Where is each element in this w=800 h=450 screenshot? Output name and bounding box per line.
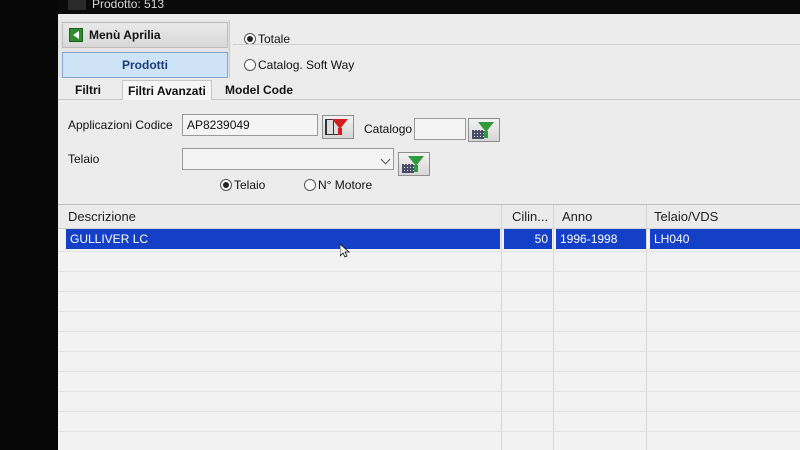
radio-n-motore[interactable]: N° Motore <box>304 178 372 192</box>
funnel-stem <box>338 128 342 135</box>
screen-bezel <box>0 0 58 450</box>
applicazioni-codice-label: Applicazioni Codice <box>68 118 173 132</box>
radio-catalog-softway[interactable]: Catalog. Soft Way <box>244 58 354 72</box>
catalogo-input[interactable] <box>414 118 466 140</box>
table-header: Descrizione Cilin... Anno Telaio/VDS <box>58 205 800 229</box>
radio-telaio-circle[interactable] <box>220 179 232 191</box>
radio-catalog-softway-label: Catalog. Soft Way <box>258 58 355 72</box>
cell-cilindrata[interactable]: 50 <box>504 229 552 249</box>
tab-model-code[interactable]: Model Code <box>220 80 298 100</box>
application-window: Menù Aprilia Prodotti Totale Catalog. So… <box>58 14 800 450</box>
table-gridlines <box>58 251 800 450</box>
cell-telaio-vds[interactable]: LH040 <box>650 229 800 249</box>
window-title: Prodotto: 513 <box>92 0 165 11</box>
radio-n-motore-label: N° Motore <box>318 178 373 192</box>
menu-item-prodotti[interactable]: Prodotti <box>62 52 228 78</box>
tab-filtri-avanzati[interactable]: Filtri Avanzati <box>122 80 212 100</box>
mouse-cursor-icon <box>340 244 350 258</box>
catalogo-label: Catalogo <box>364 122 413 136</box>
applicazioni-filter-button[interactable] <box>322 115 354 139</box>
filter-tabs: Filtri Filtri Avanzati Model Code <box>58 78 800 100</box>
applicazioni-codice-input[interactable]: AP8239049 <box>182 114 318 136</box>
col-cilindrata[interactable]: Cilin... <box>512 209 548 224</box>
cell-descrizione[interactable]: GULLIVER LC <box>66 229 500 249</box>
tab-filtri[interactable]: Filtri <box>70 80 106 100</box>
col-telaio-vds[interactable]: Telaio/VDS <box>654 209 718 224</box>
chevron-down-icon <box>380 154 391 165</box>
cell-anno[interactable]: 1996-1998 <box>556 229 646 249</box>
funnel-stem <box>414 165 418 172</box>
window-titlebar: Prodotto: 513 <box>58 0 800 14</box>
side-menu: Menù Aprilia Prodotti <box>58 20 230 78</box>
menu-header-label: Menù Aprilia <box>89 28 161 42</box>
back-arrow-icon <box>69 28 83 42</box>
telaio-label: Telaio <box>68 152 100 166</box>
col-anno[interactable]: Anno <box>562 209 592 224</box>
radio-n-motore-circle[interactable] <box>304 179 316 191</box>
results-table: Descrizione Cilin... Anno Telaio/VDS GUL… <box>58 204 800 450</box>
catalogo-filter-button[interactable] <box>468 118 500 142</box>
table-row[interactable]: GULLIVER LC 50 1996-1998 LH040 <box>62 229 800 249</box>
col-descrizione[interactable]: Descrizione <box>68 209 136 224</box>
menu-header-button[interactable]: Menù Aprilia <box>62 22 228 48</box>
radio-telaio[interactable]: Telaio <box>220 178 265 192</box>
radio-telaio-label: Telaio <box>234 178 266 192</box>
divider <box>233 44 800 45</box>
telaio-filter-button[interactable] <box>398 152 430 176</box>
telaio-select[interactable] <box>182 148 394 170</box>
funnel-stem <box>484 131 488 138</box>
radio-catalog-softway-circle[interactable] <box>244 59 256 71</box>
app-icon <box>68 0 86 10</box>
